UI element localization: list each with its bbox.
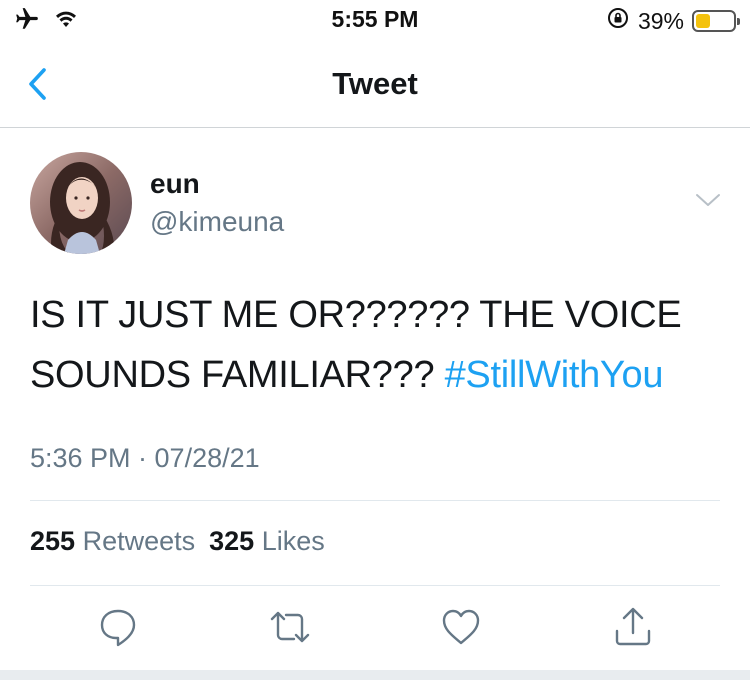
retweet-icon [270,611,310,643]
status-right: 39% [606,6,740,36]
tweet-menu-button[interactable] [694,190,722,210]
chevron-down-icon [696,194,720,206]
reply-icon [100,609,136,647]
like-icon [442,609,480,645]
tweet-text-line: SOUNDS FAMILIAR??? #StillWithYou [30,345,730,405]
reply-button[interactable] [96,605,140,649]
tweet-actions [0,605,750,651]
battery-level [696,14,710,28]
page-title: Tweet [332,66,418,101]
share-icon [615,607,651,646]
battery-icon [692,10,740,32]
status-bar: 5:55 PM 39% [0,0,750,40]
tweet-timestamp: 5:36 PM · 07/28/21 [30,443,260,473]
tweet-text-line: IS IT JUST ME OR?????? THE VOICE [30,294,682,336]
likes-stat[interactable]: 325 Likes [209,526,325,557]
retweets-stat[interactable]: 255 Retweets [30,526,195,557]
rotation-lock-icon [606,6,630,36]
divider [30,585,720,586]
likes-count: 325 [209,526,255,556]
likes-label: Likes [261,526,325,556]
retweets-label: Retweets [82,526,196,556]
divider [30,500,720,501]
tweet-text-fragment: SOUNDS FAMILIAR??? [30,354,435,396]
like-button[interactable] [439,605,483,649]
avatar[interactable] [30,152,132,254]
nav-bar: Tweet [0,40,750,128]
share-button[interactable] [611,605,655,649]
user-handle[interactable]: @kimeuna [150,206,284,238]
display-name[interactable]: eun [150,168,200,200]
tweet-stats: 255 Retweets 325 Likes [30,526,325,557]
tweet-text: IS IT JUST ME OR?????? THE VOICE SOUNDS … [30,285,730,405]
retweet-button[interactable] [268,605,312,649]
battery-percent: 39% [637,7,684,34]
hashtag-link[interactable]: #StillWithYou [445,354,664,396]
retweets-count: 255 [30,526,76,556]
bottom-divider [0,670,750,680]
